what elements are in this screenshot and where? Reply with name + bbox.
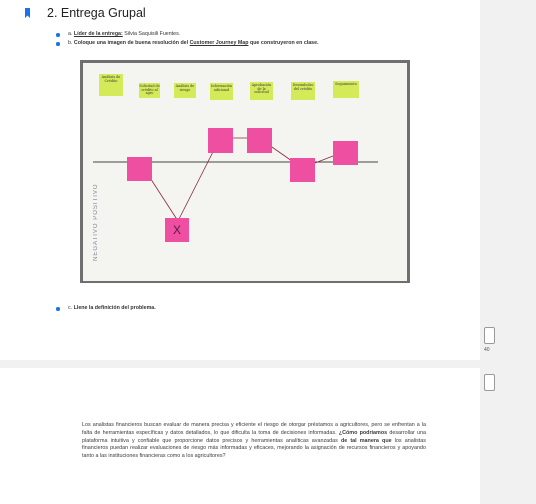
problem-definition-paragraph: Los analistas financieros buscan evaluar… — [82, 422, 426, 461]
right-rail: 40 — [480, 0, 536, 504]
bullet-icon — [56, 42, 60, 46]
para-question: ¿Cómo podríamos — [338, 429, 388, 436]
pink-sticky — [247, 128, 272, 153]
bullet-icon — [56, 33, 60, 37]
sticky-note: Aprobación de la solicitud — [250, 82, 273, 100]
item-b-link[interactable]: Customer Journey Map — [190, 40, 249, 46]
pink-sticky-x: X — [165, 218, 189, 242]
checkbox-icon[interactable] — [484, 327, 495, 344]
para-bold-connector: de tal manera que — [340, 437, 392, 444]
document-page-1: 2. Entrega Grupal a. Líder de la entrega… — [0, 0, 480, 360]
item-b: b. Coloque una imagen de buena resolució… — [68, 40, 319, 46]
item-b-text-post: que construyeron en clase. — [249, 40, 319, 46]
sticky-note: Análisis de riesgo — [174, 83, 196, 98]
sticky-note: Análisis de Crédito — [99, 74, 123, 96]
sticky-note: Desembolso del crédito — [291, 82, 315, 100]
checkbox-icon[interactable] — [484, 374, 495, 391]
pink-sticky — [127, 157, 152, 181]
item-a-marker: a. — [68, 31, 73, 37]
page-number: 40 — [484, 347, 490, 353]
bookmark-icon[interactable] — [25, 8, 30, 18]
item-b-marker: b. — [68, 40, 73, 46]
sticky-note: Información adicional — [210, 83, 233, 100]
page-title: 2. Entrega Grupal — [47, 6, 146, 20]
item-b-text-pre: Coloque una imagen de buena resolución d… — [73, 40, 189, 46]
bullet-icon — [56, 307, 60, 311]
item-a-value: Silvia Saquisili Fuentes. — [124, 31, 181, 37]
pink-sticky — [208, 128, 233, 153]
pink-sticky — [333, 141, 358, 165]
item-c-marker: c. — [68, 305, 73, 311]
item-c: c. Llene la definición del problema. — [68, 305, 156, 311]
pink-sticky — [290, 158, 315, 182]
item-c-text: Llene la definición del problema. — [73, 305, 156, 311]
item-a-label: Líder de la entrega: — [73, 31, 123, 37]
item-a: a. Líder de la entrega: Silvia Saquisili… — [68, 31, 180, 37]
sticky-note: Seguimiento — [333, 81, 359, 98]
sticky-note: Solicitud de crédito al agro — [139, 83, 160, 98]
